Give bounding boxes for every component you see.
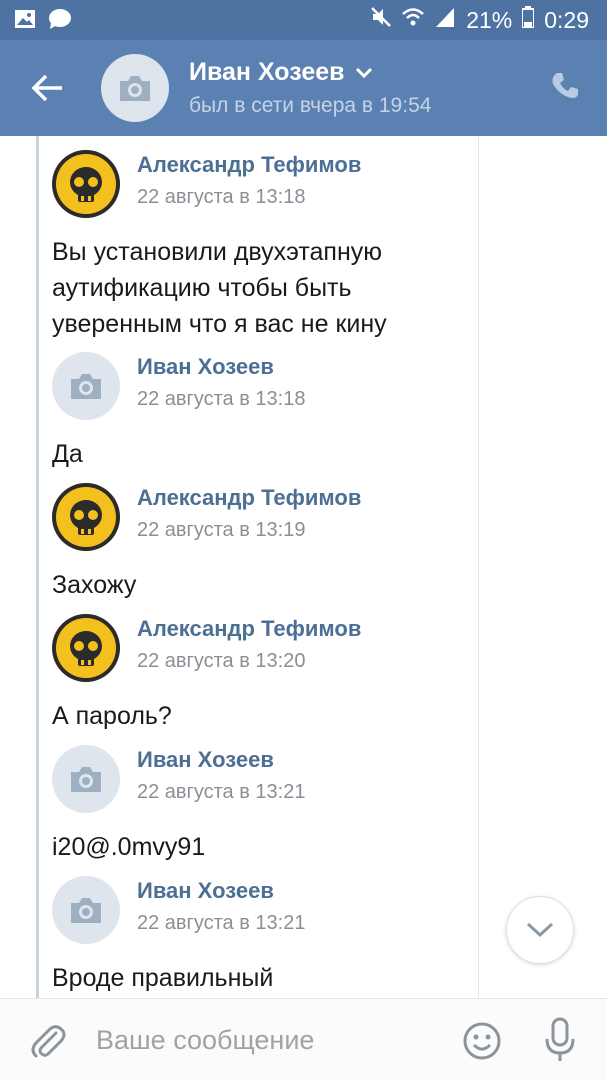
back-arrow-icon (31, 74, 62, 102)
message-date: 22 августа в 13:21 (137, 781, 306, 803)
message-text: А пароль? (52, 702, 172, 730)
camera-icon (120, 76, 150, 101)
mute-icon (370, 6, 392, 34)
sender-avatar[interactable] (52, 483, 120, 551)
message-item[interactable]: Александр Тефимов 22 августа в 13:18 Вы … (52, 150, 472, 342)
battery-icon (521, 6, 536, 34)
contact-name: Иван Хозеев (189, 58, 345, 86)
message-text: Вроде правильный (52, 964, 274, 992)
camera-icon (71, 374, 101, 399)
sender-avatar[interactable] (52, 745, 120, 813)
last-seen-status: был в сети вчера в 19:54 (189, 94, 432, 117)
image-icon (14, 8, 36, 35)
chat-header: Иван Хозеев был в сети вчера в 19:54 (0, 40, 607, 136)
sender-avatar[interactable] (52, 614, 120, 682)
message-date: 22 августа в 13:21 (137, 912, 306, 934)
message-date: 22 августа в 13:19 (137, 519, 306, 541)
voice-message-button[interactable] (544, 1017, 576, 1063)
chevron-down-icon (526, 922, 554, 938)
attach-button[interactable] (30, 1021, 66, 1061)
message-text: i20@.0mvy91 (52, 833, 206, 861)
phone-icon (552, 73, 578, 98)
wifi-icon (402, 7, 425, 33)
message-composer (0, 998, 607, 1081)
sender-name[interactable]: Иван Хозеев (137, 878, 274, 904)
emoji-icon (463, 1022, 501, 1060)
skull-icon (70, 167, 102, 202)
sender-avatar[interactable] (52, 876, 120, 944)
forwarded-thread-line (36, 136, 39, 998)
message-text: Вы установили двухэтапную аутификацию чт… (52, 238, 387, 338)
emoji-button[interactable] (462, 1021, 502, 1061)
skull-icon (70, 631, 102, 666)
battery-percent: 21% (466, 6, 513, 33)
sender-avatar[interactable] (52, 352, 120, 420)
sender-name[interactable]: Иван Хозеев (137, 747, 274, 773)
message-text: Да (52, 440, 83, 468)
message-input[interactable] (96, 1019, 436, 1061)
message-text: Захожу (52, 571, 137, 599)
message-thread[interactable]: Александр Тефимов 22 августа в 13:18 Вы … (0, 136, 607, 998)
call-button[interactable] (549, 70, 581, 102)
clock: 0:29 (544, 6, 589, 33)
microphone-icon (545, 1017, 575, 1061)
chat-bubble-icon (48, 8, 72, 35)
contact-name-dropdown[interactable]: Иван Хозеев (189, 58, 373, 87)
message-item[interactable]: Александр Тефимов 22 августа в 13:19 Зах… (52, 483, 472, 603)
message-item[interactable]: Иван Хозеев 22 августа в 13:21 Вроде пра… (52, 876, 472, 996)
skull-icon (70, 500, 102, 535)
status-bar: 21% 0:29 (0, 0, 607, 40)
message-date: 22 августа в 13:20 (137, 650, 306, 672)
sender-name[interactable]: Александр Тефимов (137, 152, 361, 178)
camera-icon (71, 898, 101, 923)
sender-name[interactable]: Александр Тефимов (137, 485, 361, 511)
scroll-to-bottom-button[interactable] (506, 896, 574, 964)
thread-divider (478, 136, 479, 998)
back-button[interactable] (28, 68, 68, 108)
sender-name[interactable]: Иван Хозеев (137, 354, 274, 380)
sender-name[interactable]: Александр Тефимов (137, 616, 361, 642)
camera-icon (71, 767, 101, 792)
paperclip-icon (31, 1025, 66, 1058)
chevron-down-icon (355, 67, 372, 78)
signal-icon (434, 6, 456, 34)
message-item[interactable]: Александр Тефимов 22 августа в 13:20 А п… (52, 614, 472, 734)
message-item[interactable]: Иван Хозеев 22 августа в 13:18 Да (52, 352, 472, 472)
message-date: 22 августа в 13:18 (137, 186, 306, 208)
sender-avatar[interactable] (52, 150, 120, 218)
message-item[interactable]: Иван Хозеев 22 августа в 13:21 i20@.0mvy… (52, 745, 472, 865)
message-date: 22 августа в 13:18 (137, 388, 306, 410)
contact-avatar[interactable] (101, 54, 169, 122)
